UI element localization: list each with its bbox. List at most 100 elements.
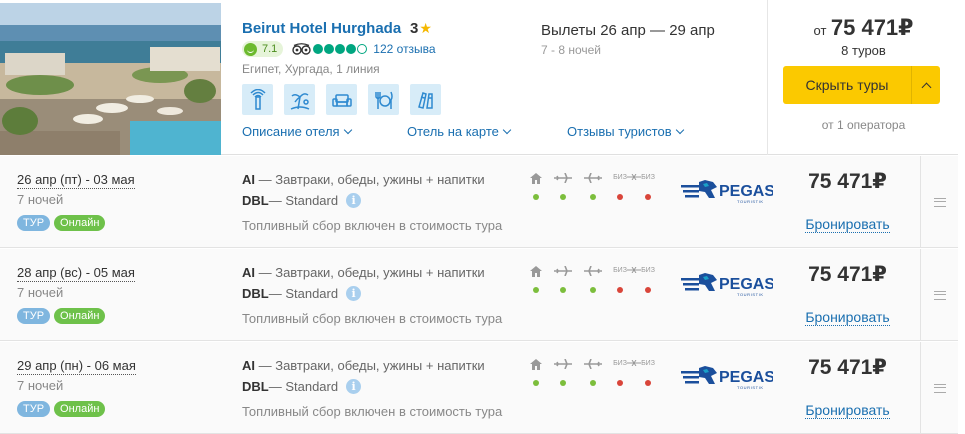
tours-count: 8 туров xyxy=(841,43,886,58)
chevron-up-icon xyxy=(912,80,940,92)
included-dot xyxy=(533,194,539,200)
tour-row: 28 апр (вс) - 05 мая 7 ночей ТУР Онлайн … xyxy=(0,249,958,341)
rating-circle-filled xyxy=(313,44,324,54)
hotel-photo[interactable] xyxy=(0,3,221,155)
business-there-icon: БИЗ xyxy=(610,171,635,185)
book-button[interactable]: Бронировать xyxy=(790,309,905,326)
service-flight-there xyxy=(553,264,573,293)
tour-price: 75 471₽ xyxy=(808,356,887,379)
sofa-icon[interactable] xyxy=(326,84,357,115)
info-icon[interactable]: i xyxy=(346,379,362,394)
flight-there-icon xyxy=(553,264,573,278)
hotel-reviews-label: Отзывы туристов xyxy=(567,124,672,139)
beach-icon[interactable] xyxy=(284,84,315,115)
tour-dates: 29 апр (пн) - 06 мая xyxy=(17,358,136,375)
hotel-map-label: Отель на карте xyxy=(407,124,499,139)
price-amount: 75 471₽ xyxy=(830,15,914,40)
meal-code: AI xyxy=(242,358,255,373)
info-icon[interactable]: i xyxy=(346,286,362,301)
tripadvisor-rating xyxy=(313,44,368,54)
hotel-description-link[interactable]: Описание отеля xyxy=(242,124,352,139)
service-flight-there xyxy=(553,171,573,200)
hotel-icon xyxy=(526,171,546,185)
book-label: Бронировать xyxy=(805,216,890,233)
hide-tours-button[interactable]: Скрыть туры xyxy=(783,66,940,104)
excluded-dot xyxy=(645,380,651,386)
included-dot xyxy=(560,287,566,293)
room-code: DBL xyxy=(242,379,269,394)
business-back-icon: БИЗ xyxy=(633,264,658,278)
info-icon[interactable]: i xyxy=(346,193,362,208)
rating-row: 7.1 122 отзыва xyxy=(242,40,436,58)
restaurant-icon[interactable] xyxy=(368,84,399,115)
book-label: Бронировать xyxy=(805,402,890,419)
pegasus-icon xyxy=(681,366,717,384)
operator-name: PEGAS xyxy=(719,183,773,200)
hide-tours-label: Скрыть туры xyxy=(805,77,889,93)
excluded-dot xyxy=(617,380,623,386)
star-icon: ★ xyxy=(419,20,432,36)
hotel-map-link[interactable]: Отель на карте xyxy=(407,124,512,139)
service-hotel xyxy=(526,264,546,293)
fuel-fee-note: Топливный сбор включен в стоимость тура xyxy=(242,311,503,326)
business-there-icon: БИЗ xyxy=(610,357,635,371)
menu-icon[interactable] xyxy=(920,156,958,248)
service-flight-back xyxy=(583,264,603,293)
book-label: Бронировать xyxy=(805,309,890,326)
included-services: БИЗ БИЗ xyxy=(526,171,660,201)
operator-logo: PEGAS TOURISTIK xyxy=(681,271,775,297)
service-flight-back xyxy=(583,171,603,200)
smile-icon xyxy=(244,42,257,56)
included-dot xyxy=(590,287,596,293)
operator-subtitle: TOURISTIK xyxy=(737,385,764,390)
meal-plan: AI — Завтраки, обеды, ужины + напитки xyxy=(242,265,485,280)
hotel-name-link[interactable]: Beirut Hotel Hurghada xyxy=(242,20,401,37)
online-badge: Онлайн xyxy=(54,401,106,417)
tour-row: 26 апр (пт) - 03 мая 7 ночей ТУР Онлайн … xyxy=(0,156,958,248)
room-code: DBL xyxy=(242,193,269,208)
room-code: DBL xyxy=(242,286,269,301)
hotel-card: Beirut Hotel Hurghada 3★ 7.1 122 отзыва … xyxy=(0,0,958,155)
operator-name: PEGAS xyxy=(719,369,773,386)
flight-back-icon xyxy=(583,264,603,278)
tour-price: 75 471₽ xyxy=(808,170,887,193)
included-dot xyxy=(560,194,566,200)
service-business-there: БИЗ xyxy=(610,357,635,386)
meal-plan: AI — Завтраки, обеды, ужины + напитки xyxy=(242,172,485,187)
meal-description: — Завтраки, обеды, ужины + напитки xyxy=(255,172,485,187)
book-button[interactable]: Бронировать xyxy=(790,402,905,419)
operator-logo: PEGAS TOURISTIK xyxy=(681,178,775,204)
service-hotel xyxy=(526,357,546,386)
tour-price: 75 471₽ xyxy=(808,263,887,286)
room-description: — Standard xyxy=(268,379,339,394)
meal-code: AI xyxy=(242,172,255,187)
included-dot xyxy=(590,380,596,386)
min-price: от 75 471₽ xyxy=(768,15,959,41)
chevron-down-icon xyxy=(675,125,684,135)
price-prefix: от xyxy=(813,23,827,38)
pegasus-icon xyxy=(681,273,717,291)
included-dot xyxy=(533,287,539,293)
menu-icon[interactable] xyxy=(920,342,958,434)
included-dot xyxy=(560,380,566,386)
diving-icon[interactable] xyxy=(410,84,441,115)
excluded-dot xyxy=(645,287,651,293)
chevron-down-icon xyxy=(343,125,352,135)
menu-icon[interactable] xyxy=(920,249,958,341)
hotel-reviews-link[interactable]: Отзывы туристов xyxy=(567,124,684,139)
flight-there-icon xyxy=(553,171,573,185)
meal-plan: AI — Завтраки, обеды, ужины + напитки xyxy=(242,358,485,373)
book-button[interactable]: Бронировать xyxy=(790,216,905,233)
meal-description: — Завтраки, обеды, ужины + напитки xyxy=(255,358,485,373)
rating-circle-filled xyxy=(335,44,346,54)
score-value: 7.1 xyxy=(262,43,278,55)
excluded-dot xyxy=(617,287,623,293)
tour-dates: 26 апр (пт) - 03 мая xyxy=(17,172,135,189)
operator-subtitle: TOURISTIK xyxy=(737,199,764,204)
wifi-icon[interactable] xyxy=(242,84,273,115)
service-flight-there xyxy=(553,357,573,386)
hotel-description-label: Описание отеля xyxy=(242,124,340,139)
reviews-count-link[interactable]: 122 отзыва xyxy=(373,42,435,56)
room-description: — Standard xyxy=(268,193,339,208)
hotel-stars-count: 3 xyxy=(410,20,419,37)
